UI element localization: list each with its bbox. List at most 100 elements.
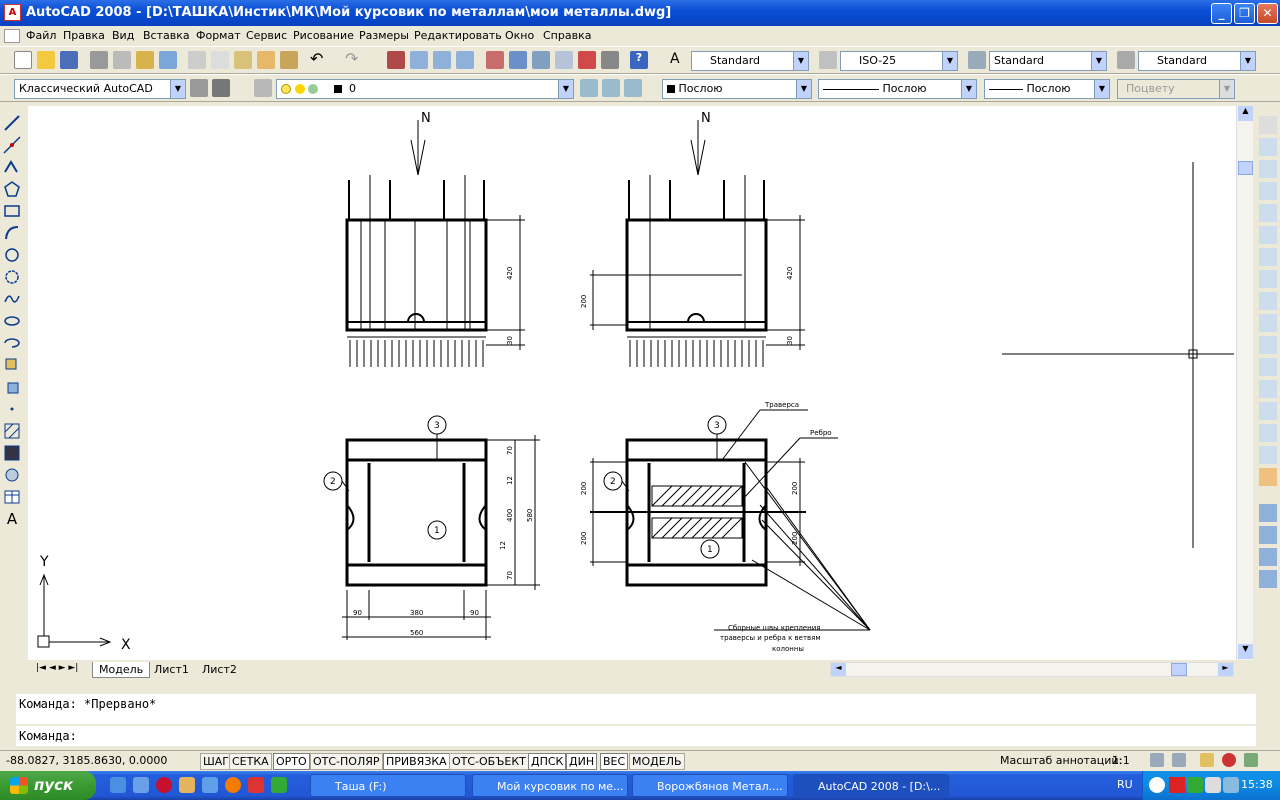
revision-cloud-icon[interactable] [3, 268, 21, 286]
volume-icon[interactable] [1223, 777, 1239, 793]
polyline-icon[interactable] [3, 158, 21, 176]
lineweight-select[interactable]: Послою ▼ [984, 79, 1110, 99]
trim-icon[interactable] [1259, 314, 1277, 332]
search-icon[interactable] [202, 777, 218, 793]
coordinates-display[interactable]: -88.0827, 3185.8630, 0.0000 [6, 754, 167, 767]
toggle-dyn[interactable]: ДИН [566, 753, 598, 770]
layer-state-icon[interactable] [624, 79, 642, 97]
erase-icon[interactable] [1259, 116, 1277, 134]
task-autocad[interactable]: AutoCAD 2008 - [D:\... [793, 774, 949, 797]
network-icon[interactable] [1205, 777, 1221, 793]
ie-icon[interactable] [110, 777, 126, 793]
properties-icon[interactable] [486, 51, 504, 69]
status-tray-icon[interactable] [1222, 753, 1236, 767]
extend-icon[interactable] [1259, 336, 1277, 354]
line-tool-icon[interactable] [3, 114, 21, 132]
toggle-ortho[interactable]: ОРТО [273, 753, 310, 770]
ellipse-icon[interactable] [3, 312, 21, 330]
calculator-icon[interactable] [601, 51, 619, 69]
zoom-window-icon[interactable] [433, 51, 451, 69]
skype-icon[interactable] [1187, 777, 1203, 793]
cut-icon[interactable] [188, 51, 206, 69]
scroll-thumb[interactable] [1238, 161, 1253, 175]
color-select[interactable]: Послою ▼ [662, 79, 812, 99]
help-icon[interactable]: ? [630, 51, 648, 69]
bring-above-icon[interactable] [1259, 548, 1277, 566]
antivirus-icon[interactable] [1169, 777, 1185, 793]
design-center-icon[interactable] [509, 51, 527, 69]
layer-select[interactable]: 0 ▼ [276, 79, 574, 99]
app-icon[interactable] [248, 777, 264, 793]
menu-dimension[interactable]: Размеры [359, 29, 409, 42]
layer-manager-icon[interactable] [254, 79, 272, 97]
make-block-icon[interactable] [3, 378, 21, 396]
toggle-osnap[interactable]: ПРИВЯЗКА [383, 753, 450, 770]
hscroll-thumb[interactable] [1171, 663, 1187, 676]
zoom-realtime-icon[interactable] [410, 51, 428, 69]
array-icon[interactable] [1259, 204, 1277, 222]
plot-preview-icon[interactable] [113, 51, 131, 69]
scroll-left-arrow-icon[interactable]: ◄ [831, 663, 846, 676]
scroll-down-arrow-icon[interactable]: ▼ [1238, 644, 1253, 659]
tab-layout2[interactable]: Лист2 [196, 662, 243, 678]
tab-model[interactable]: Модель [92, 662, 151, 678]
draw-order-front-icon[interactable] [1259, 504, 1277, 522]
language-indicator[interactable]: RU [1117, 778, 1133, 791]
arc-icon[interactable] [3, 224, 21, 242]
table-style-select[interactable]: Standard ▼ [989, 51, 1107, 71]
rotate-icon[interactable] [1259, 248, 1277, 266]
toggle-model[interactable]: МОДЕЛЬ [629, 753, 685, 770]
annotation-scale-select[interactable]: 1:1 [1112, 754, 1130, 767]
layer-previous-icon[interactable] [602, 79, 620, 97]
scroll-right-arrow-icon[interactable]: ► [1218, 663, 1233, 676]
maximize-button[interactable]: ❐ [1234, 3, 1255, 24]
point-icon[interactable] [3, 400, 21, 418]
break-at-point-icon[interactable] [1259, 358, 1277, 376]
workspace-settings-icon[interactable] [190, 79, 208, 97]
break-icon[interactable] [1259, 380, 1277, 398]
text-style-select[interactable]: Standard ▼ [691, 51, 809, 71]
make-current-layer-icon[interactable] [580, 79, 598, 97]
multileader-style-select[interactable]: Standard ▼ [1138, 51, 1256, 71]
region-icon[interactable] [3, 466, 21, 484]
autocad-app-icon[interactable]: A [4, 4, 21, 21]
toggle-grid[interactable]: СЕТКА [229, 753, 272, 770]
mail-icon[interactable] [179, 777, 195, 793]
3d-dwf-icon[interactable] [159, 51, 177, 69]
menu-format[interactable]: Формат [196, 29, 241, 42]
stretch-icon[interactable] [1259, 292, 1277, 310]
ellipse-arc-icon[interactable] [3, 334, 21, 352]
explode-icon[interactable] [1259, 468, 1277, 486]
spline-icon[interactable] [3, 290, 21, 308]
menu-help[interactable]: Справка [543, 29, 591, 42]
tab-nav-arrows[interactable]: |◄ ◄ ► ►| [30, 662, 84, 678]
green-app-icon[interactable] [271, 777, 287, 793]
insert-block-icon[interactable] [3, 356, 21, 374]
table-icon[interactable] [3, 488, 21, 506]
toggle-ducs[interactable]: ДПСК [528, 753, 567, 770]
construction-line-icon[interactable] [3, 136, 21, 154]
menu-view[interactable]: Вид [112, 29, 134, 42]
undo-icon[interactable]: ↶ [310, 51, 328, 69]
workspace-select[interactable]: Классический AutoCAD ▼ [14, 79, 186, 99]
tab-layout1[interactable]: Лист1 [148, 662, 195, 678]
firefox-icon[interactable] [225, 777, 241, 793]
clean-screen-icon[interactable] [1244, 753, 1258, 767]
horizontal-scrollbar[interactable]: ◄ ► [830, 662, 1234, 677]
task-flash-drive[interactable]: Таша (F:) [310, 774, 466, 797]
gradient-icon[interactable] [3, 444, 21, 462]
fillet-icon[interactable] [1259, 446, 1277, 464]
mirror-icon[interactable] [1259, 160, 1277, 178]
close-button[interactable]: ✕ [1257, 3, 1278, 24]
toggle-snap[interactable]: ШАГ [200, 753, 232, 770]
menu-tools[interactable]: Сервис [246, 29, 287, 42]
sheet-set-icon[interactable] [555, 51, 573, 69]
circle-icon[interactable] [3, 246, 21, 264]
show-desktop-icon[interactable] [133, 777, 149, 793]
send-under-icon[interactable] [1259, 570, 1277, 588]
markup-icon[interactable] [578, 51, 596, 69]
linetype-select[interactable]: Послою ▼ [818, 79, 977, 99]
tray-arrow-icon[interactable] [1149, 777, 1165, 793]
menu-modify[interactable]: Редактировать [414, 29, 502, 42]
vertical-scrollbar[interactable]: ▲ ▼ [1236, 106, 1253, 660]
